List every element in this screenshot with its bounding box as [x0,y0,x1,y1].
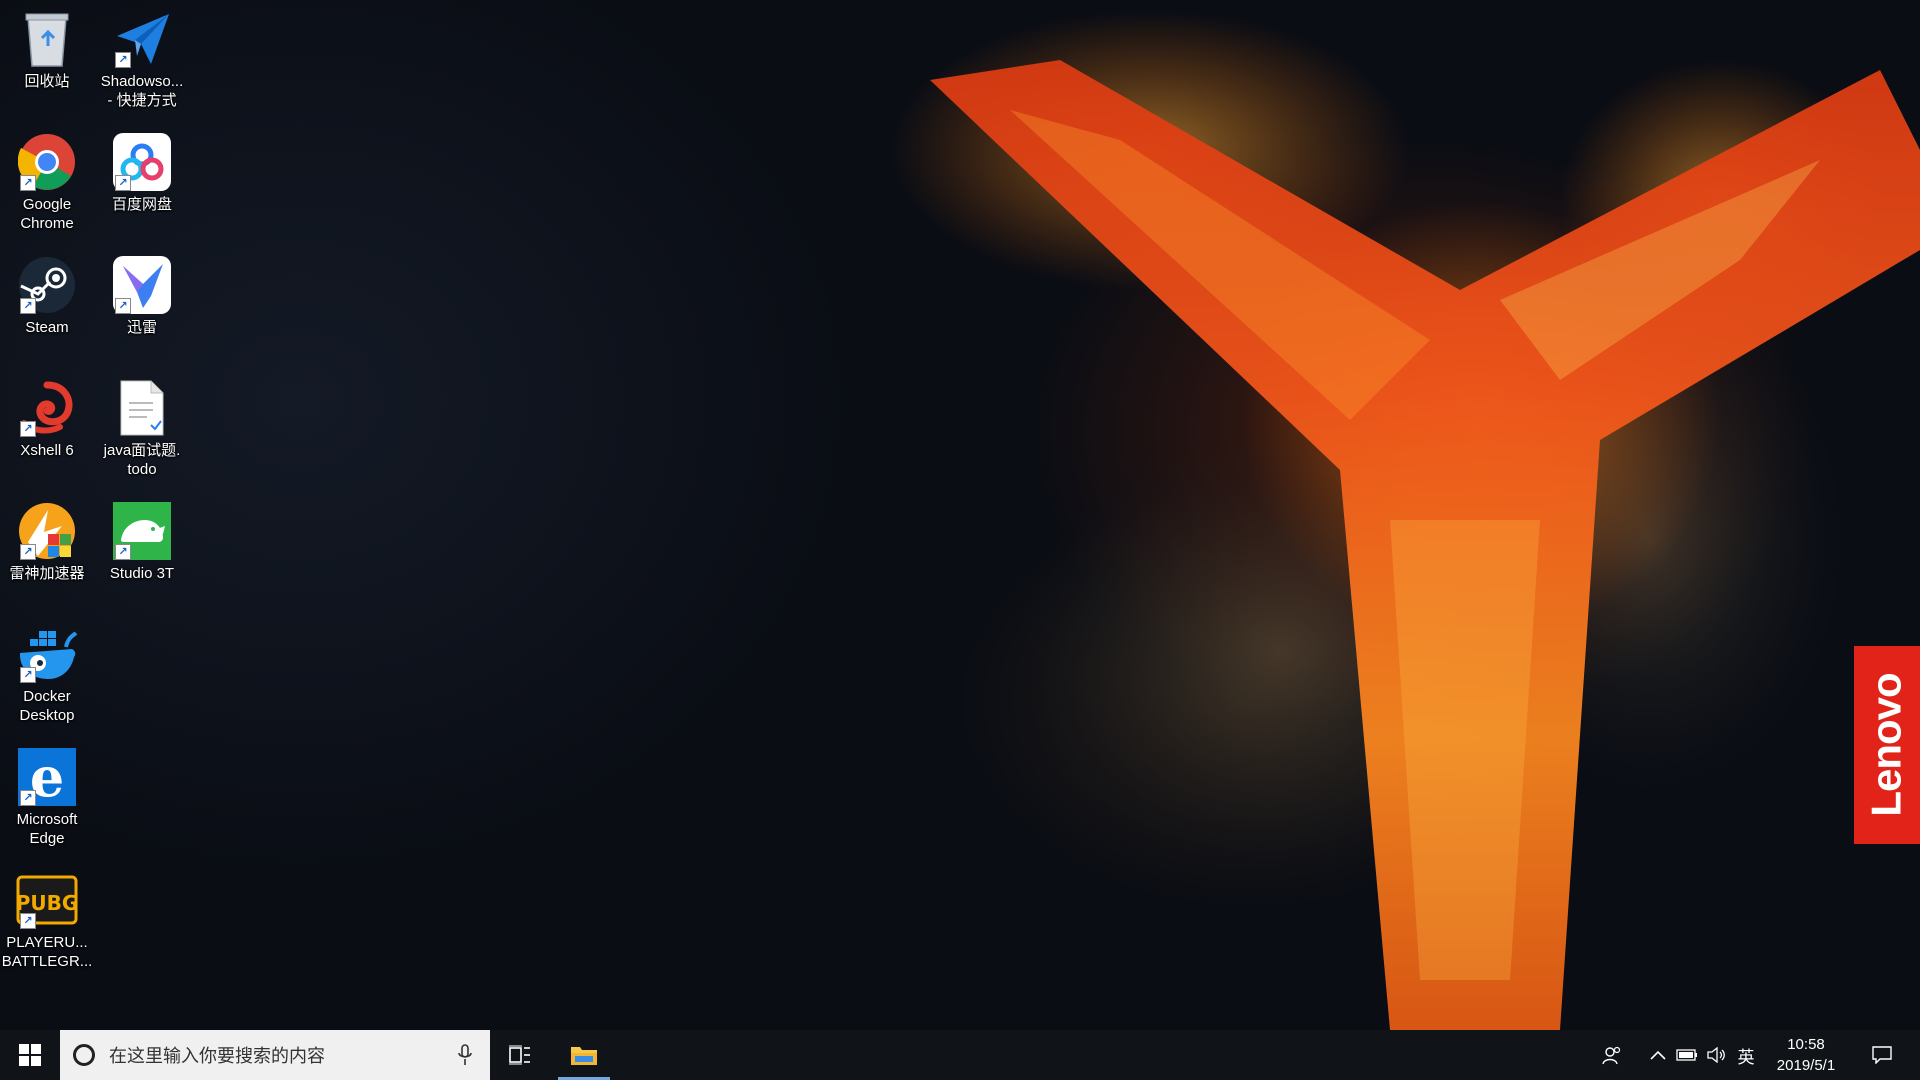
desktop-icon-label: 回收站 [24,73,70,90]
clock[interactable]: 10:58 2019/5/1 [1758,1030,1854,1080]
desktop-wallpaper: Lenovo [0,0,1920,1030]
shortcut-arrow-icon: ↗ [115,175,131,191]
desktop-icon-label: PLAYERU... BATTLEGR... [1,934,93,970]
document-icon [111,377,173,439]
desktop-icon-docker[interactable]: ↗ Docker Desktop [0,623,94,725]
shortcut-arrow-icon: ↗ [20,913,36,929]
start-button[interactable] [0,1030,60,1080]
clock-time: 10:58 [1787,1036,1825,1053]
desktop-icon-microsoft-edge[interactable]: e ↗ Microsoft Edge [0,746,94,848]
speaker-icon [1707,1047,1725,1063]
taskbar: 在这里输入你要搜索的内容 英 10:58 2019/5/1 [0,1030,1920,1080]
desktop-icon-label: Google Chrome [20,196,74,232]
shortcut-arrow-icon: ↗ [20,790,36,806]
desktop-icon-xshell[interactable]: ↗ Xshell 6 [0,377,94,460]
battery-icon [1676,1049,1697,1061]
paper-plane-icon: ↗ [111,8,173,70]
flame-y-logo [890,10,1920,1030]
desktop-icon-google-chrome[interactable]: ↗ Google Chrome [0,131,94,233]
recycle-bin-icon [16,8,78,70]
desktop-icon-label: 雷神加速器 [9,565,85,582]
desktop-icon-java-todo[interactable]: java面试题. todo [95,377,189,479]
desktop-icon-label: Xshell 6 [20,442,74,459]
shortcut-arrow-icon: ↗ [115,544,131,560]
desktop-icon-label: 迅雷 [126,319,157,336]
desktop-icon-recycle-bin[interactable]: 回收站 [0,8,94,91]
volume-button[interactable] [1704,1030,1730,1080]
xshell-icon: ↗ [16,377,78,439]
desktop-icon-leishen[interactable]: ↗ 雷神加速器 [0,500,94,583]
action-center-button[interactable] [1860,1030,1904,1080]
shortcut-arrow-icon: ↗ [20,175,36,191]
desktop-icon-shadowsocks[interactable]: ↗ Shadowso... - 快捷方式 [95,8,189,110]
task-view-button[interactable] [500,1030,540,1080]
notification-icon [1872,1046,1892,1064]
docker-whale-icon: ↗ [16,623,78,685]
input-method-button[interactable]: 英 [1734,1030,1758,1080]
people-icon [1602,1046,1621,1065]
search-box[interactable]: 在这里输入你要搜索的内容 [60,1030,490,1080]
show-hidden-icons-button[interactable] [1646,1030,1670,1080]
desktop-icon-label: Microsoft Edge [16,811,78,847]
svg-text:PUBG: PUBG [16,891,78,915]
battery-button[interactable] [1674,1030,1700,1080]
desktop-icon-label: java面试题. todo [103,442,181,478]
shortcut-arrow-icon: ↗ [115,52,131,68]
desktop-icon-label: Docker Desktop [19,688,75,724]
baidu-netdisk-icon: ↗ [111,131,173,193]
lenovo-logo: Lenovo [1854,646,1920,844]
studio3t-icon: ↗ [111,500,173,562]
desktop-icon-pubg[interactable]: PUBG ↗ PLAYERU... BATTLEGR... [0,869,94,971]
desktop-icon-label: Studio 3T [109,565,175,582]
shortcut-arrow-icon: ↗ [20,298,36,314]
pubg-icon: PUBG ↗ [16,869,78,931]
desktop-icon-xunlei[interactable]: ↗ 迅雷 [95,254,189,337]
desktop-icon-steam[interactable]: ↗ Steam [0,254,94,337]
people-button[interactable] [1600,1030,1624,1080]
edge-icon: e ↗ [16,746,78,808]
task-view-icon [509,1045,530,1065]
shortcut-arrow-icon: ↗ [20,667,36,683]
input-method-label: 英 [1737,1047,1755,1068]
search-placeholder[interactable]: 在这里输入你要搜索的内容 [109,1042,450,1068]
folder-icon [571,1047,597,1065]
chrome-icon: ↗ [16,131,78,193]
desktop-icon-label: Shadowso... - 快捷方式 [100,73,184,109]
desktop-icon-label: Steam [25,319,69,336]
thunder-bird-icon: ↗ [111,254,173,316]
cortana-circle-icon[interactable] [73,1044,95,1066]
shortcut-arrow-icon: ↗ [115,298,131,314]
microphone-icon[interactable] [450,1030,480,1080]
windows-logo-icon [19,1044,41,1066]
desktop-icon-baidu-netdisk[interactable]: ↗ 百度网盘 [95,131,189,214]
desktop-icon-studio-3t[interactable]: ↗ Studio 3T [95,500,189,583]
steam-icon: ↗ [16,254,78,316]
file-explorer-button[interactable] [558,1030,610,1080]
chevron-up-icon [1650,1050,1666,1060]
shortcut-arrow-icon: ↗ [20,421,36,437]
leishen-icon: ↗ [16,500,78,562]
clock-date: 2019/5/1 [1776,1057,1836,1074]
shortcut-arrow-icon: ↗ [20,544,36,560]
desktop-icon-label: 百度网盘 [111,196,172,213]
